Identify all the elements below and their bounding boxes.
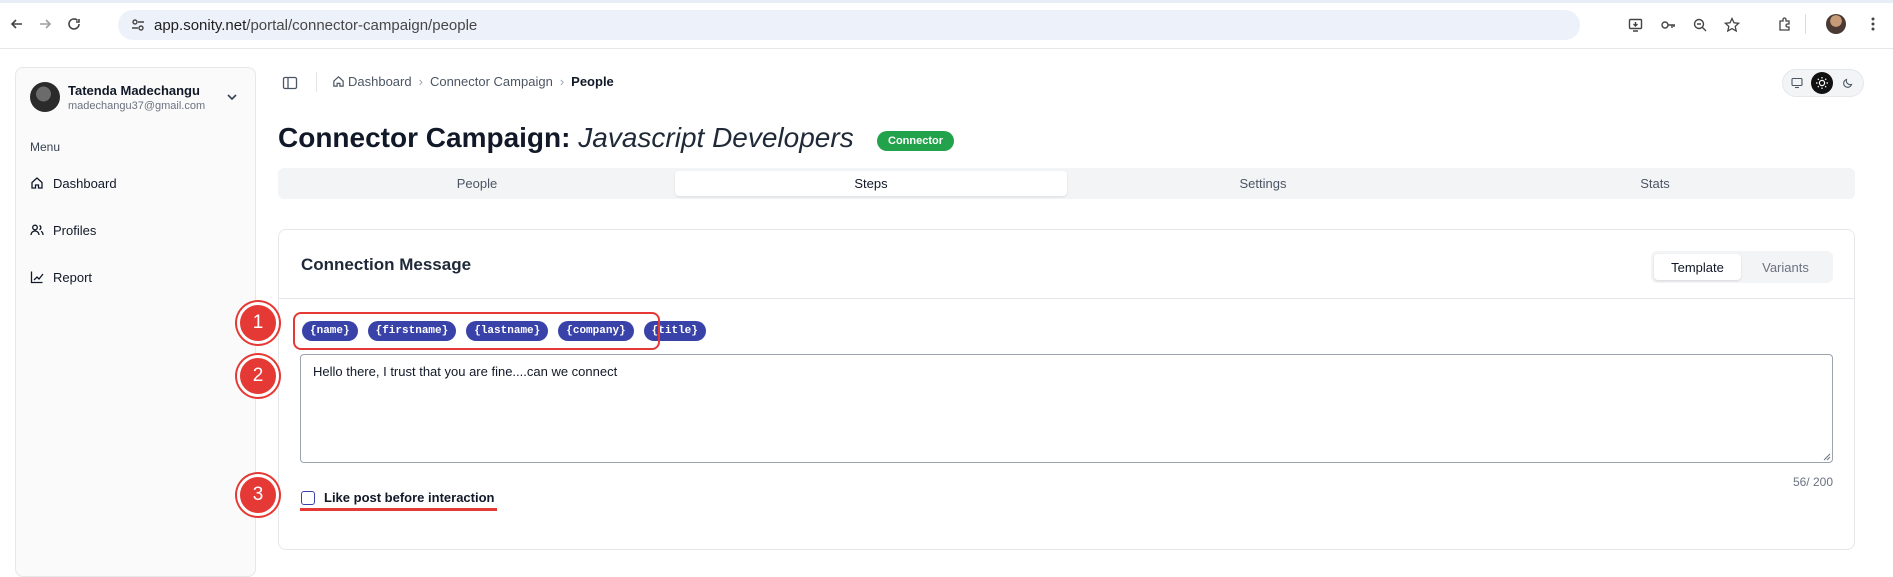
sidebar-toggle-icon[interactable] <box>282 75 298 91</box>
avatar[interactable] <box>30 82 60 112</box>
url-host: app.sonity.net <box>154 17 247 34</box>
browser-menu-button[interactable] <box>1862 13 1884 35</box>
monitor-icon <box>1791 77 1803 89</box>
header-divider <box>316 72 317 92</box>
sidebar-item-profiles[interactable]: Profiles <box>30 218 240 242</box>
character-count: 56/ 200 <box>1792 475 1833 489</box>
campaign-tabs: People Steps Settings Stats <box>278 168 1855 199</box>
puzzle-icon <box>1779 17 1790 31</box>
tab-strip-edge <box>0 0 1893 3</box>
sidebar-item-label: Dashboard <box>53 175 117 191</box>
annotation-marker-3: 3 <box>237 474 279 516</box>
reload-button[interactable] <box>63 13 85 35</box>
card-title: Connection Message <box>301 255 472 274</box>
template-variants-toggle: Template Variants <box>1651 251 1833 283</box>
forward-arrow-icon <box>40 19 52 29</box>
campaign-name: Javascript Developers <box>578 122 854 153</box>
theme-light-button[interactable] <box>1811 72 1833 94</box>
tab-settings[interactable]: Settings <box>1067 171 1459 196</box>
install-app-icon[interactable] <box>1628 17 1644 33</box>
home-icon <box>31 177 43 189</box>
chevron-down-icon[interactable] <box>225 90 239 104</box>
annotation-underline-like-post <box>300 508 497 511</box>
sidebar-item-dashboard[interactable]: Dashboard <box>30 171 240 195</box>
theme-switcher <box>1782 69 1864 97</box>
breadcrumb-connector-campaign[interactable]: Connector Campaign <box>430 74 553 89</box>
breadcrumb-label: Dashboard <box>348 74 412 89</box>
kebab-menu-icon <box>1871 17 1875 31</box>
theme-dark-button[interactable] <box>1837 72 1859 94</box>
status-badge: Connector <box>877 131 954 151</box>
back-button[interactable] <box>6 13 28 35</box>
breadcrumb: Dashboard › Connector Campaign › People <box>332 74 614 89</box>
breadcrumb-current: People <box>571 74 614 89</box>
home-icon <box>333 76 344 87</box>
sidebar-item-label: Report <box>53 269 93 285</box>
toolbar-divider <box>1805 14 1806 34</box>
page-title: Connector Campaign: Javascript Developer… <box>278 122 854 154</box>
sun-icon <box>1816 77 1828 89</box>
tab-people[interactable]: People <box>281 171 673 196</box>
tab-steps[interactable]: Steps <box>675 171 1067 196</box>
url-text: app.sonity.net/portal/connector-campaign… <box>154 17 477 34</box>
chart-icon <box>30 271 44 284</box>
resize-handle-icon[interactable] <box>1822 452 1831 461</box>
chevron-right-icon: › <box>559 74 565 89</box>
users-icon <box>30 224 44 236</box>
sidebar-item-report[interactable]: Report <box>30 265 240 289</box>
site-info-icon[interactable] <box>130 17 146 33</box>
connection-message-card: Connection Message Template Variants {na… <box>278 229 1855 550</box>
annotation-highlight-variables <box>293 312 660 350</box>
moon-icon <box>1843 78 1853 88</box>
browser-profile-avatar[interactable] <box>1826 14 1846 34</box>
variants-button[interactable]: Variants <box>1742 254 1829 280</box>
card-divider <box>279 298 1854 299</box>
back-arrow-icon <box>10 19 22 29</box>
reload-icon <box>68 18 80 30</box>
browser-toolbar: app.sonity.net/portal/connector-campaign… <box>0 0 1893 49</box>
message-textarea[interactable]: Hello there, I trust that you are fine..… <box>300 354 1833 463</box>
bookmark-star-icon[interactable] <box>1724 17 1740 33</box>
annotation-marker-2: 2 <box>237 355 279 397</box>
url-path: /portal/connector-campaign/people <box>246 17 478 34</box>
extensions-button[interactable] <box>1774 13 1796 35</box>
theme-system-button[interactable] <box>1786 72 1808 94</box>
annotation-marker-1: 1 <box>237 302 279 344</box>
menu-label: Menu <box>30 140 61 154</box>
template-button[interactable]: Template <box>1654 254 1741 280</box>
like-post-label: Like post before interaction <box>324 490 495 505</box>
key-icon[interactable] <box>1660 17 1676 33</box>
sidebar: Tatenda Madechangu madechangu37@gmail.co… <box>15 67 256 577</box>
user-name: Tatenda Madechangu <box>68 83 200 98</box>
like-post-checkbox[interactable] <box>301 490 315 505</box>
tab-stats[interactable]: Stats <box>1459 171 1851 196</box>
page-title-prefix: Connector Campaign: <box>278 122 571 153</box>
breadcrumb-dashboard[interactable]: Dashboard <box>332 74 412 89</box>
address-bar[interactable]: app.sonity.net/portal/connector-campaign… <box>118 10 1740 40</box>
sidebar-item-label: Profiles <box>53 222 97 238</box>
like-post-option[interactable]: Like post before interaction <box>301 490 494 505</box>
user-email: madechangu37@gmail.com <box>68 100 206 112</box>
chevron-right-icon: › <box>418 74 423 89</box>
zoom-icon[interactable] <box>1692 17 1708 33</box>
forward-button[interactable] <box>34 13 56 35</box>
